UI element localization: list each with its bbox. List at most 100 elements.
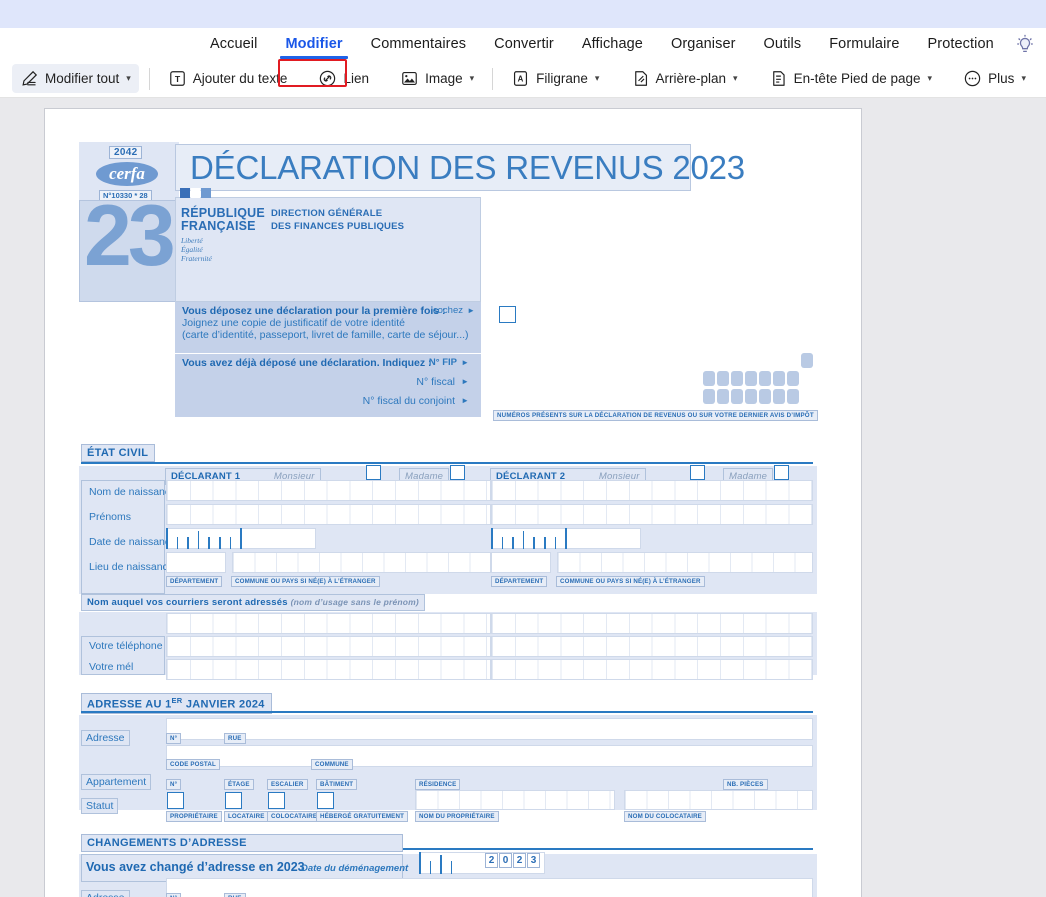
nom-naissance-field-1[interactable] — [166, 480, 491, 501]
madame-checkbox-1[interactable] — [450, 465, 465, 480]
number-cell[interactable] — [675, 353, 687, 368]
number-cell[interactable] — [647, 371, 659, 386]
number-cell[interactable] — [619, 353, 631, 368]
number-cell[interactable] — [717, 353, 729, 368]
number-cell[interactable] — [521, 353, 533, 368]
chevron-down-icon[interactable]: ▾ — [595, 73, 600, 84]
chevron-down-icon[interactable]: ▾ — [126, 73, 131, 84]
number-cell[interactable] — [591, 371, 603, 386]
number-cell[interactable] — [535, 371, 547, 386]
commune-field-1[interactable] — [232, 552, 491, 573]
number-cell[interactable] — [689, 389, 701, 404]
menu-item-commentaires[interactable]: Commentaires — [357, 32, 480, 56]
number-cell[interactable] — [605, 371, 617, 386]
image-button[interactable]: Image ▾ — [392, 64, 482, 93]
number-cell[interactable] — [563, 353, 575, 368]
number-cell[interactable] — [661, 389, 673, 404]
menu-item-formulaire[interactable]: Formulaire — [815, 32, 913, 56]
menu-item-outils[interactable]: Outils — [750, 32, 816, 56]
arriere-plan-button[interactable]: Arrière-plan ▾ — [623, 64, 746, 93]
menu-item-protection[interactable]: Protection — [914, 32, 1008, 56]
number-cell[interactable] — [689, 371, 701, 386]
menu-item-organiser[interactable]: Organiser — [657, 32, 750, 56]
number-cell[interactable] — [619, 389, 631, 404]
number-cell[interactable] — [563, 371, 575, 386]
number-cell[interactable] — [535, 353, 547, 368]
mel-field-2[interactable] — [491, 659, 813, 680]
number-cell[interactable] — [521, 389, 533, 404]
number-cell[interactable] — [633, 353, 645, 368]
number-cell[interactable] — [493, 389, 505, 404]
commune-field-2[interactable] — [557, 552, 813, 573]
mel-field-1[interactable] — [166, 659, 491, 680]
number-cell[interactable] — [773, 353, 785, 368]
number-cell[interactable] — [647, 353, 659, 368]
colocataire-checkbox[interactable] — [268, 792, 285, 809]
monsieur-checkbox-1[interactable] — [366, 465, 381, 480]
monsieur-checkbox-2[interactable] — [690, 465, 705, 480]
nom-colocataire-field[interactable] — [624, 790, 813, 810]
pdf-page-1[interactable]: 2042 cerfa N°10330 * 28 23 DÉCLARATION D… — [44, 108, 862, 897]
number-cell[interactable] — [605, 353, 617, 368]
number-cell[interactable] — [633, 371, 645, 386]
number-cell[interactable] — [563, 389, 575, 404]
number-cell[interactable] — [493, 353, 505, 368]
number-cell[interactable] — [661, 371, 673, 386]
number-cell[interactable] — [549, 371, 561, 386]
number-cell[interactable] — [759, 353, 771, 368]
number-cell[interactable] — [605, 389, 617, 404]
number-cell[interactable] — [745, 353, 757, 368]
number-cell[interactable] — [591, 389, 603, 404]
prenoms-field-2[interactable] — [491, 504, 813, 525]
number-cell[interactable] — [675, 389, 687, 404]
annee-demenagement-digits[interactable]: 2 0 2 3 — [485, 853, 540, 868]
en-tete-pied-de-page-button[interactable]: En-tête Pied de page ▾ — [761, 64, 940, 93]
number-cell[interactable] — [647, 389, 659, 404]
menu-item-accueil[interactable]: Accueil — [196, 32, 271, 56]
document-canvas[interactable]: 2042 cerfa N°10330 * 28 23 DÉCLARATION D… — [0, 98, 1046, 897]
number-cell[interactable] — [633, 389, 645, 404]
chevron-down-icon[interactable]: ▾ — [1021, 73, 1026, 84]
plus-button[interactable]: Plus ▾ — [955, 64, 1034, 93]
number-cell[interactable] — [787, 353, 799, 368]
adresse-line1-field[interactable] — [166, 718, 813, 740]
number-cell[interactable] — [661, 353, 673, 368]
chevron-down-icon[interactable]: ▾ — [928, 73, 933, 84]
chevron-down-icon[interactable]: ▾ — [470, 73, 475, 84]
ajouter-du-texte-button[interactable]: T Ajouter du texte — [160, 64, 296, 93]
number-cell[interactable] — [577, 371, 589, 386]
filigrane-button[interactable]: A Filigrane ▾ — [503, 64, 607, 93]
first-time-checkbox[interactable] — [499, 306, 516, 323]
fip-number-grid[interactable] — [493, 353, 813, 368]
number-cell[interactable] — [521, 371, 533, 386]
menu-item-affichage[interactable]: Affichage — [568, 32, 657, 56]
number-cell[interactable] — [577, 389, 589, 404]
nom-naissance-field-2[interactable] — [491, 480, 813, 501]
number-cell[interactable] — [703, 353, 715, 368]
prenoms-field-1[interactable] — [166, 504, 491, 525]
departement-field-2[interactable] — [491, 552, 551, 573]
departement-field-1[interactable] — [166, 552, 226, 573]
number-cell[interactable] — [619, 371, 631, 386]
telephone-field-1[interactable] — [166, 636, 491, 657]
adresse-line2-field[interactable] — [166, 745, 813, 767]
number-cell[interactable] — [535, 389, 547, 404]
number-cell[interactable] — [493, 371, 505, 386]
conjoint-number-grid[interactable] — [493, 389, 799, 404]
heberge-gratuitement-checkbox[interactable] — [317, 792, 334, 809]
number-cell[interactable] — [549, 389, 561, 404]
lightbulb-icon[interactable] — [1014, 33, 1036, 55]
fiscal-number-grid[interactable] — [493, 371, 799, 386]
number-cell[interactable] — [507, 389, 519, 404]
proprietaire-checkbox[interactable] — [167, 792, 184, 809]
number-cell[interactable] — [549, 353, 561, 368]
telephone-field-2[interactable] — [491, 636, 813, 657]
lien-button[interactable]: Lien — [310, 64, 377, 93]
modifier-tout-button[interactable]: Modifier tout ▾ — [12, 64, 139, 93]
number-cell[interactable] — [731, 353, 743, 368]
changement-adresse-field[interactable] — [166, 878, 813, 897]
nom-proprietaire-field[interactable] — [415, 790, 615, 810]
menu-item-convertir[interactable]: Convertir — [480, 32, 568, 56]
madame-checkbox-2[interactable] — [774, 465, 789, 480]
menu-item-modifier[interactable]: Modifier — [271, 32, 356, 59]
